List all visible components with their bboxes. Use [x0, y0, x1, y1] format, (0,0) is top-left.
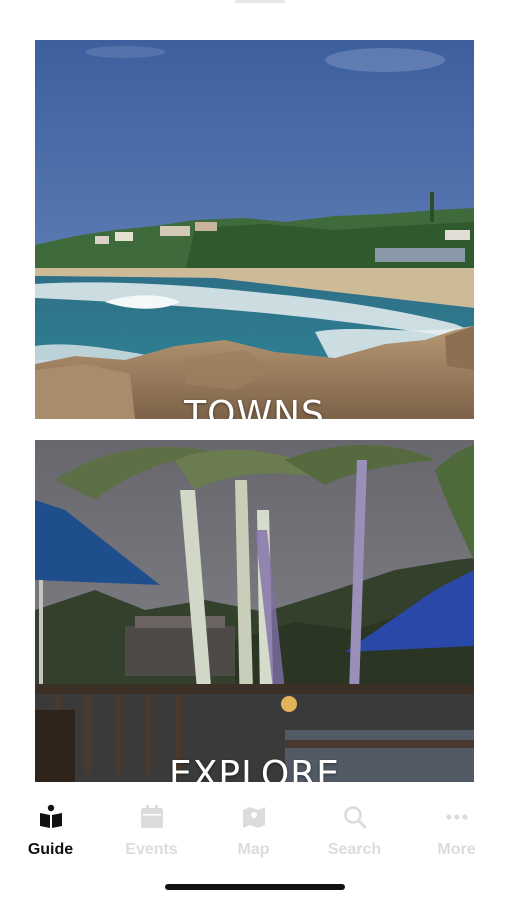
more-dots-icon — [446, 814, 468, 820]
tab-guide[interactable]: Guide — [0, 798, 101, 868]
tab-search[interactable]: Search — [304, 798, 405, 868]
tab-more-label: More — [437, 841, 476, 858]
guide-screen: TOWNS EXPLORE Guide Events Map Search Mo… — [0, 0, 507, 900]
explore-card-title: EXPLORE — [169, 754, 340, 782]
towns-card-title: TOWNS — [184, 394, 325, 419]
tab-events[interactable]: Events — [101, 798, 202, 868]
open-book-icon — [40, 804, 62, 828]
map-icon — [243, 807, 265, 828]
explore-terrace-photo — [35, 440, 474, 782]
tab-map[interactable]: Map — [203, 798, 304, 868]
towns-card[interactable]: TOWNS — [35, 40, 474, 419]
guide-card-list[interactable]: TOWNS EXPLORE — [0, 0, 507, 782]
tab-events-label: Events — [125, 841, 178, 858]
tab-more[interactable]: More — [406, 798, 507, 868]
tab-search-label: Search — [327, 841, 382, 858]
explore-card[interactable]: EXPLORE — [35, 440, 474, 782]
tab-guide-label: Guide — [27, 841, 74, 858]
towns-beach-photo — [35, 40, 474, 419]
bottom-tab-bar: Guide Events Map Search More — [0, 782, 507, 900]
tab-map-label: Map — [237, 841, 270, 858]
search-icon — [344, 806, 367, 829]
calendar-icon — [141, 805, 163, 828]
home-indicator[interactable] — [165, 884, 345, 890]
